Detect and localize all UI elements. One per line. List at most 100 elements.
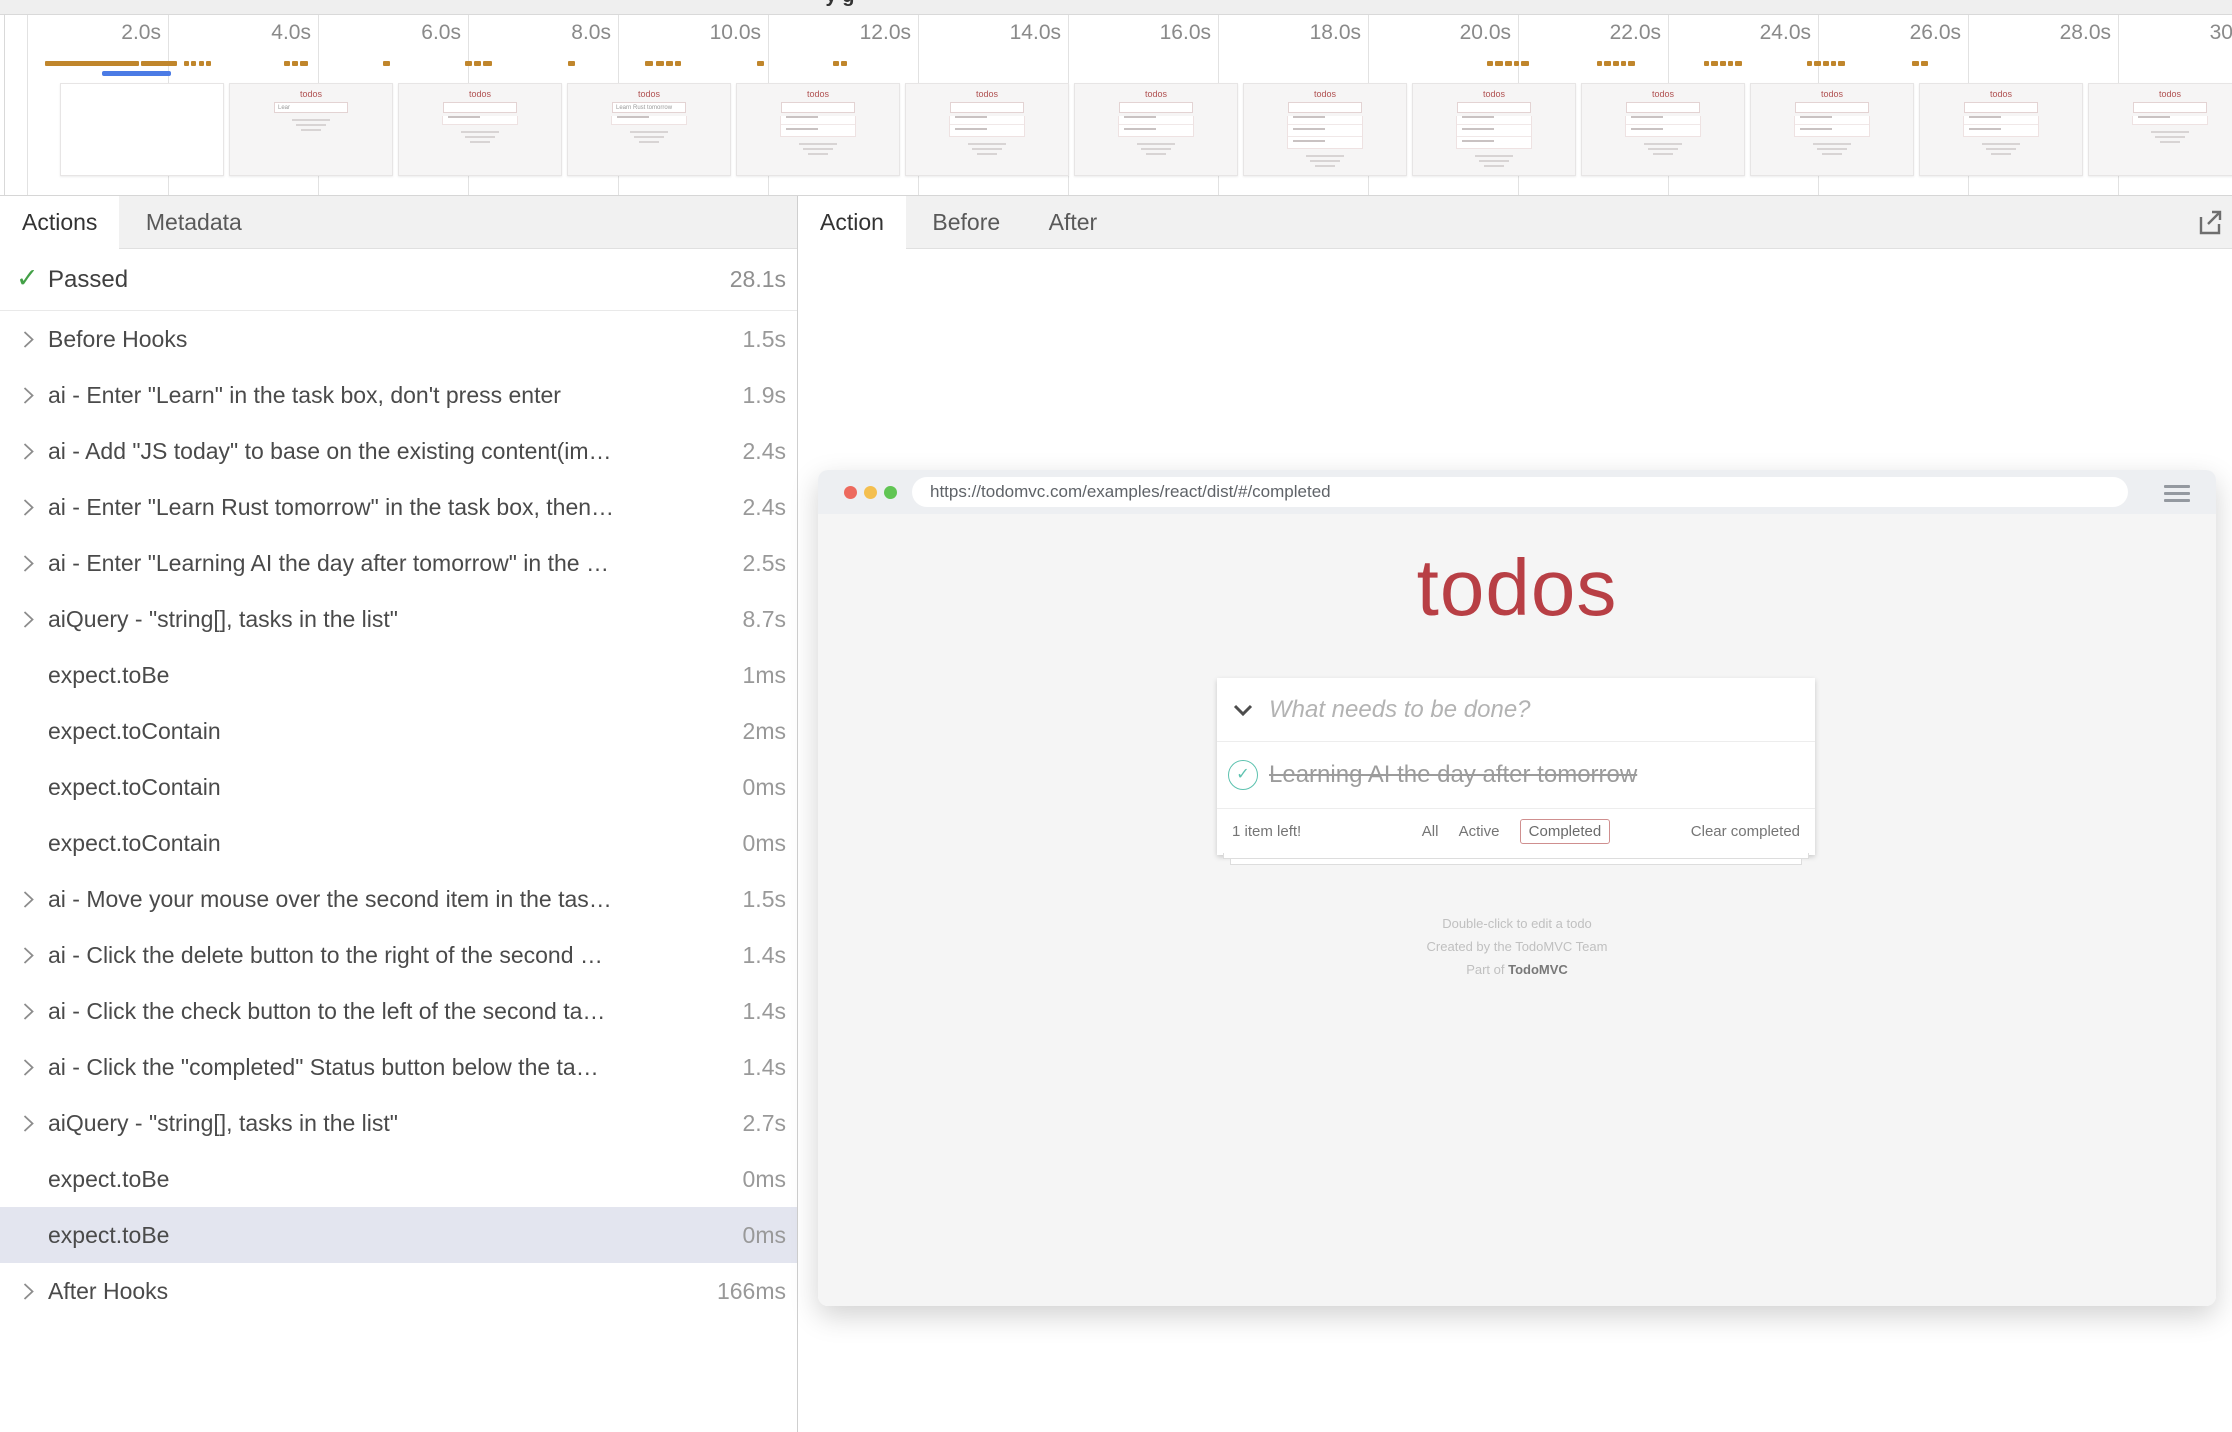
todo-item-text[interactable]: Learning AI the day after tomorrow (1269, 742, 1637, 808)
action-row[interactable]: Before Hooks 1.5s (0, 311, 797, 367)
action-label: ai - Add "JS today" to base on the exist… (48, 423, 719, 479)
thumbnail-input-box (1119, 102, 1193, 113)
thumbnail-todos-title: todos (1920, 89, 2082, 99)
todo-card: What needs to be done? ✓ Learning AI the… (1217, 678, 1815, 855)
todos-heading: todos (818, 542, 2216, 634)
filter-active[interactable]: Active (1459, 823, 1500, 840)
timeline-thumbnail[interactable]: todos (2088, 83, 2232, 176)
timeline-filmstrip: todos Lear todos (0, 15, 2232, 195)
chevron-right-icon[interactable] (22, 330, 35, 354)
chevron-right-icon[interactable] (22, 554, 35, 578)
filter-all[interactable]: All (1422, 823, 1439, 840)
chevron-right-icon[interactable] (22, 890, 35, 914)
thumbnail-todo-list (1456, 116, 1532, 149)
timeline-thumbnail[interactable]: todos (1750, 83, 1914, 176)
action-row[interactable]: expect.toBe 0ms (0, 1151, 797, 1207)
action-duration: 2.5s (743, 535, 786, 591)
todomvc-page: todos What needs to be done? ✓ Learning … (818, 514, 2216, 1306)
timeline-thumbnail[interactable]: todos (1243, 83, 1407, 176)
action-row[interactable]: expect.toBe 0ms (0, 1207, 797, 1263)
open-external-icon[interactable] (2192, 204, 2228, 240)
action-label: expect.toBe (48, 1151, 719, 1207)
action-row[interactable]: ai - Click the check button to the left … (0, 983, 797, 1039)
chevron-right-icon[interactable] (22, 1282, 35, 1306)
card-stack-effect (1217, 853, 1815, 865)
tab-metadata[interactable]: Metadata (124, 196, 264, 249)
timeline-thumbnail[interactable]: todos (1412, 83, 1576, 176)
chevron-right-icon[interactable] (22, 1114, 35, 1138)
action-row[interactable]: ai - Enter "Learn Rust tomorrow" in the … (0, 479, 797, 535)
thumbnail-todo-list (1625, 116, 1701, 137)
chevron-right-icon[interactable] (22, 610, 35, 634)
action-row[interactable]: aiQuery - "string[], tasks in the list" … (0, 591, 797, 647)
chevron-right-icon[interactable] (22, 498, 35, 522)
app-info-text: Double-click to edit a todo Created by t… (818, 912, 2216, 981)
timeline-thumbnail[interactable]: todos Lear (229, 83, 393, 176)
action-duration: 1.5s (743, 311, 786, 367)
chevron-right-icon[interactable] (22, 1058, 35, 1082)
timeline-thumbnail[interactable] (60, 83, 224, 176)
thumbnail-input-box (1795, 102, 1869, 113)
timeline-thumbnail[interactable]: todos (905, 83, 1069, 176)
thumbnail-todos-title: todos (568, 89, 730, 99)
thumbnail-todo-list (611, 116, 687, 125)
chevron-right-icon[interactable] (22, 386, 35, 410)
thumbnail-footer-lines (1582, 143, 1744, 155)
action-label: ai - Move your mouse over the second ite… (48, 871, 719, 927)
passed-check-icon: ✓ (16, 263, 39, 294)
toggle-all-chevron-icon[interactable] (1233, 704, 1253, 722)
action-row[interactable]: expect.toContain 0ms (0, 759, 797, 815)
chevron-right-icon[interactable] (22, 442, 35, 466)
action-label: expect.toBe (48, 647, 719, 703)
chevron-right-icon[interactable] (22, 1002, 35, 1026)
action-row[interactable]: ai - Add "JS today" to base on the exist… (0, 423, 797, 479)
test-status: Passed (48, 249, 128, 310)
timeline-thumbnail[interactable]: todos (398, 83, 562, 176)
action-row[interactable]: After Hooks 166ms (0, 1263, 797, 1319)
action-row[interactable]: expect.toContain 2ms (0, 703, 797, 759)
timeline-thumbnail[interactable]: todos (1919, 83, 2083, 176)
action-row[interactable]: ai - Enter "Learn" in the task box, don'… (0, 367, 797, 423)
action-row[interactable]: ai - Enter "Learning AI the day after to… (0, 535, 797, 591)
trace-viewer-window: y g 2.0s 4.0s 6.0s 8.0s 10.0s (0, 0, 2232, 1432)
action-label: ai - Click the check button to the left … (48, 983, 719, 1039)
tab-actions[interactable]: Actions (0, 196, 119, 249)
timeline-thumbnail[interactable]: todos Learn Rust tomorrow (567, 83, 731, 176)
action-row[interactable]: ai - Click the delete button to the righ… (0, 927, 797, 983)
action-duration: 1.5s (743, 871, 786, 927)
browser-snapshot: https://todomvc.com/examples/react/dist/… (818, 470, 2216, 1306)
new-todo-input[interactable]: What needs to be done? (1269, 678, 1531, 741)
action-row[interactable]: ai - Click the "completed" Status button… (0, 1039, 797, 1095)
action-label: Before Hooks (48, 311, 719, 367)
thumbnail-footer-lines (399, 131, 561, 143)
thumbnail-todo-list (949, 116, 1025, 137)
info-edit: Double-click to edit a todo (818, 912, 2216, 935)
thumbnail-input-box (1964, 102, 2038, 113)
timeline-thumbnail[interactable]: todos (1074, 83, 1238, 176)
test-status-row: ✓ Passed 28.1s (0, 249, 797, 311)
thumbnail-todo-list (1287, 116, 1363, 149)
action-duration: 1.4s (743, 927, 786, 983)
action-row[interactable]: aiQuery - "string[], tasks in the list" … (0, 1095, 797, 1151)
todo-checked-icon[interactable]: ✓ (1228, 760, 1258, 790)
thumbnail-input-box (1288, 102, 1362, 113)
timeline-thumbnail[interactable]: todos (736, 83, 900, 176)
test-duration: 28.1s (730, 249, 786, 310)
thumbnail-input-box (1457, 102, 1531, 113)
page-url: https://todomvc.com/examples/react/dist/… (912, 477, 2128, 507)
right-tabbar: Action Before After (798, 196, 2232, 249)
info-credit: Created by the TodoMVC Team (818, 935, 2216, 958)
browser-chrome: https://todomvc.com/examples/react/dist/… (818, 470, 2216, 514)
tab-before[interactable]: Before (910, 196, 1022, 249)
timeline-thumbnail[interactable]: todos (1581, 83, 1745, 176)
filter-completed[interactable]: Completed (1520, 819, 1611, 844)
action-row[interactable]: ai - Move your mouse over the second ite… (0, 871, 797, 927)
thumbnail-todos-title: todos (737, 89, 899, 99)
action-row[interactable]: expect.toContain 0ms (0, 815, 797, 871)
clear-completed-button[interactable]: Clear completed (1691, 809, 1800, 855)
tab-after[interactable]: After (1027, 196, 1120, 249)
tab-action[interactable]: Action (798, 196, 906, 249)
chevron-right-icon[interactable] (22, 946, 35, 970)
timeline[interactable]: 2.0s 4.0s 6.0s 8.0s 10.0s 12.0s 14.0s (0, 15, 2232, 196)
action-row[interactable]: expect.toBe 1ms (0, 647, 797, 703)
